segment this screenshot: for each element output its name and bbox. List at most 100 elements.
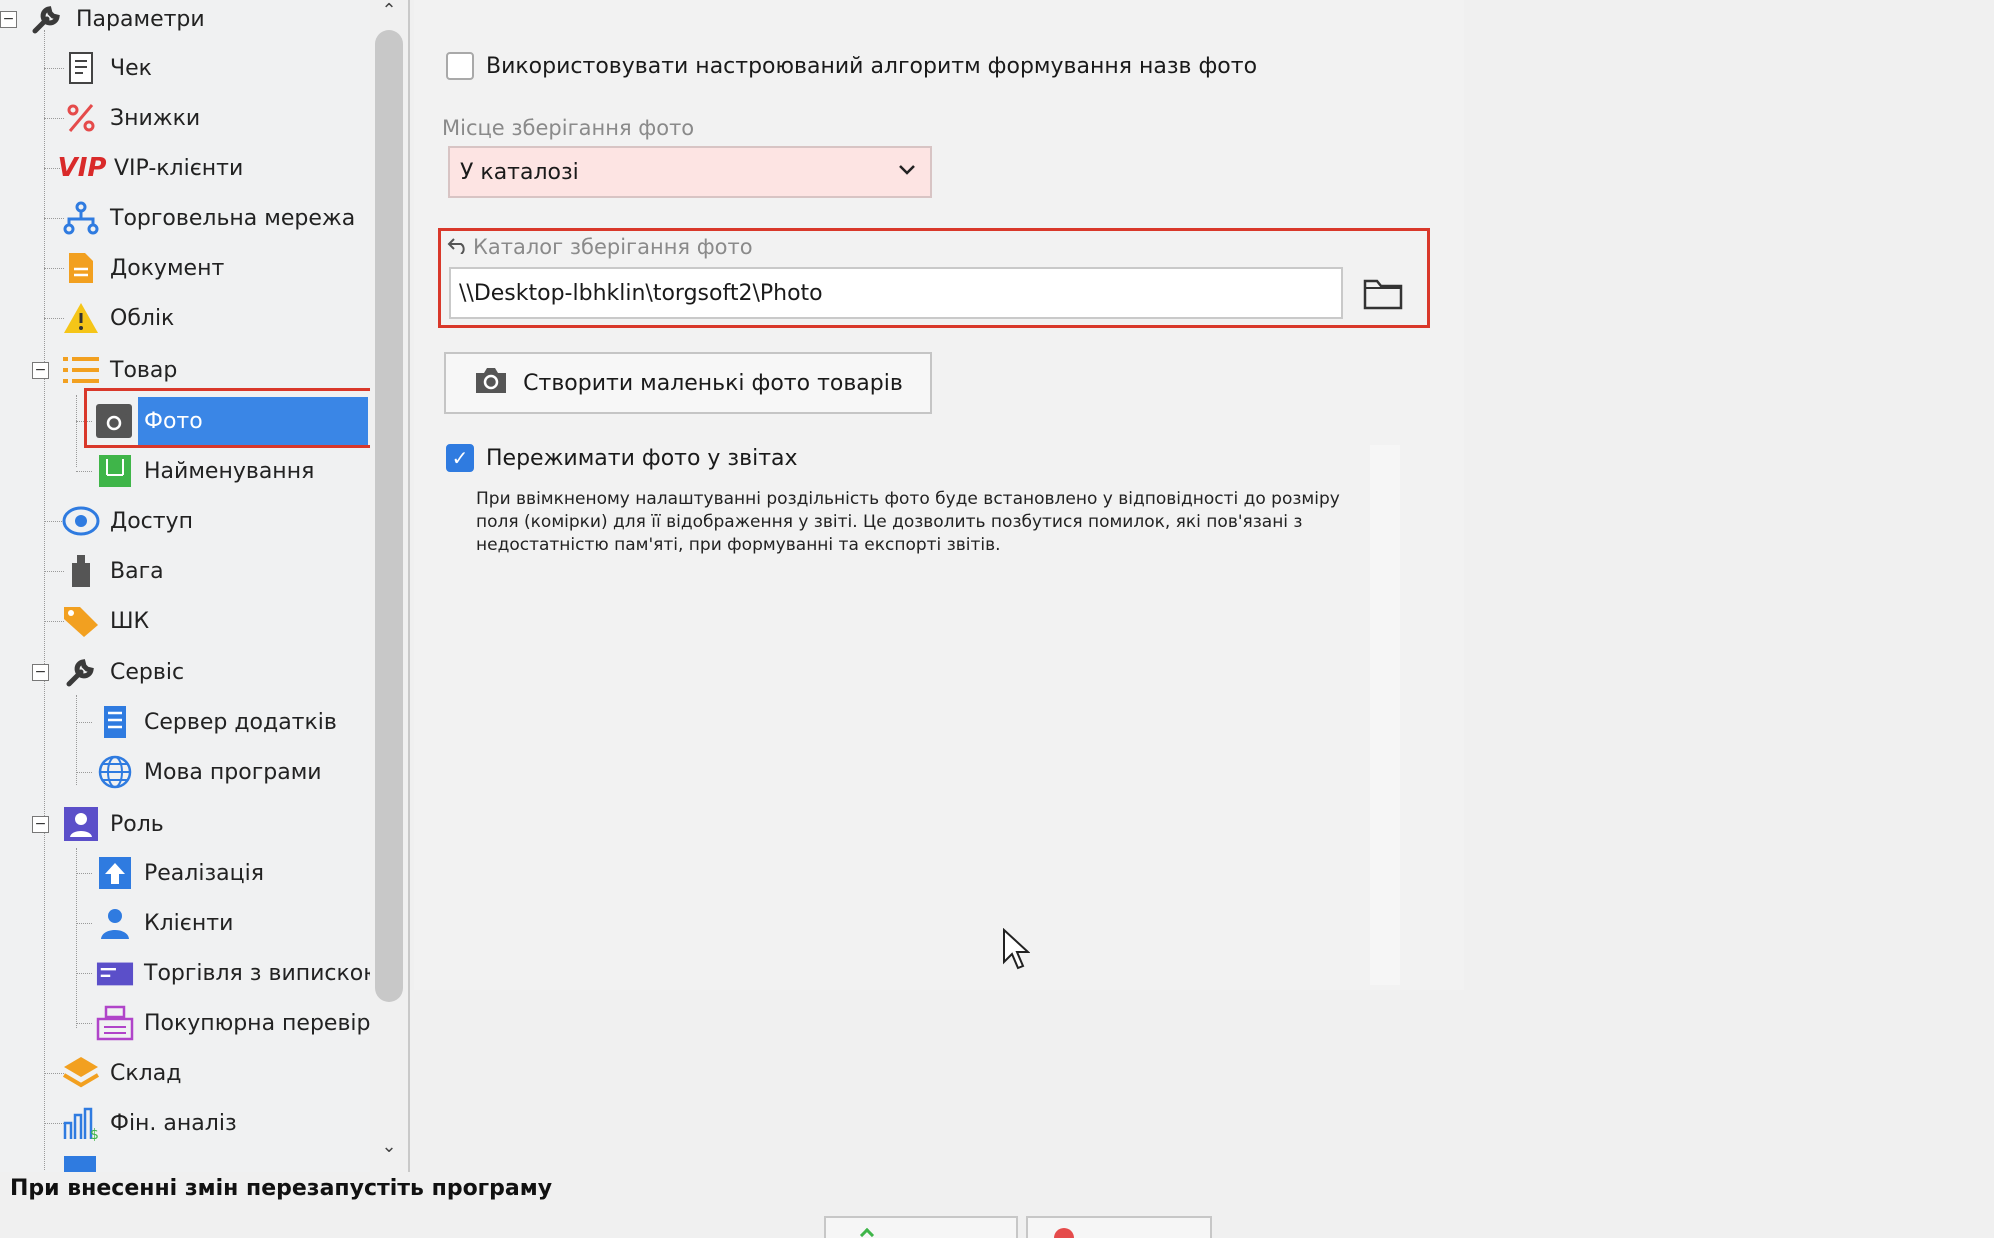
tree-item-banknote-check[interactable]: Покупюрна перевірк: xyxy=(96,999,395,1047)
tree-item-label: Облік xyxy=(110,305,175,331)
tree-item-receipt[interactable]: Чек xyxy=(62,44,156,92)
tree-item-role[interactable]: Роль xyxy=(62,800,168,848)
globe-icon xyxy=(96,753,134,791)
svg-text:$: $ xyxy=(90,1127,99,1141)
tree-item-access[interactable]: Доступ xyxy=(62,497,197,545)
wrench-icon xyxy=(62,653,100,691)
tree-item-label: Чек xyxy=(110,55,152,81)
tree-item-fin-analysis[interactable]: $ Фін. аналіз xyxy=(62,1099,241,1147)
restart-note: При внесенні змін перезапустіть програму xyxy=(10,1176,553,1201)
tree-scrollbar[interactable]: ⌃ ⌄ xyxy=(370,0,408,1172)
tree-item-label: Параметри xyxy=(76,6,205,32)
tree-item-sales[interactable]: Реалізація xyxy=(96,849,268,897)
weight-icon xyxy=(62,552,100,590)
camera-icon xyxy=(473,365,509,401)
chevron-down-icon xyxy=(898,160,916,181)
person-icon xyxy=(96,904,134,942)
finance-chart-icon: $ xyxy=(62,1104,100,1142)
tree-item-photo[interactable]: Фото xyxy=(96,397,368,445)
tree-item-label: Реалізація xyxy=(144,860,264,886)
eye-icon xyxy=(62,502,100,540)
catalog-path-input[interactable]: \\Desktop-lbhklin\torgsoft2\Photo xyxy=(449,267,1343,319)
wrench-icon xyxy=(28,0,66,38)
collapse-parameters-toggle[interactable]: − xyxy=(0,11,17,28)
camera-icon xyxy=(96,404,132,438)
compress-description: При ввімкненому налаштуванні роздільніст… xyxy=(476,489,1340,555)
tree-item-label: Склад xyxy=(110,1060,182,1086)
tree-item-label: VIP-клієнти xyxy=(114,155,244,181)
partial-item-icon xyxy=(64,1156,96,1172)
network-icon xyxy=(62,199,100,237)
catalog-path-value: \\Desktop-lbhklin\torgsoft2\Photo xyxy=(459,280,823,306)
collapse-service-toggle[interactable]: − xyxy=(32,664,49,681)
tree-item-label: Покупюрна перевірк: xyxy=(144,1010,392,1036)
cash-register-icon xyxy=(96,1004,134,1042)
tree-item-service[interactable]: Сервіс xyxy=(62,648,188,696)
undo-icon[interactable] xyxy=(447,235,469,259)
tree-item-document[interactable]: Документ xyxy=(62,244,228,292)
tree-item-label: Роль xyxy=(110,811,164,837)
tree-item-trade-network[interactable]: Торговельна мережа xyxy=(62,194,359,242)
custom-algorithm-label: Використовувати настроюваний алгоритм фо… xyxy=(486,53,1258,79)
folder-browse-icon[interactable] xyxy=(1361,273,1405,313)
layers-icon xyxy=(62,1054,100,1092)
scroll-up-arrow-icon[interactable]: ⌃ xyxy=(370,0,408,26)
storage-place-value: У каталозі xyxy=(460,159,579,185)
compress-photos-checkbox[interactable]: ✓ xyxy=(446,444,474,472)
tree-item-label: Мова програми xyxy=(144,759,322,785)
tree-item-weight[interactable]: Вага xyxy=(62,547,168,595)
compress-photos-row[interactable]: ✓ Пережимати фото у звітах xyxy=(446,444,798,472)
naming-icon xyxy=(96,452,134,490)
tree-item-label: Доступ xyxy=(110,508,193,534)
custom-algorithm-checkbox[interactable] xyxy=(446,52,474,80)
compress-photos-label: Пережимати фото у звітах xyxy=(486,445,798,471)
collapse-role-toggle[interactable]: − xyxy=(32,816,49,833)
tag-icon xyxy=(62,602,100,640)
tree-item-naming[interactable]: Найменування xyxy=(96,447,318,495)
invoice-icon xyxy=(96,954,134,992)
cancel-icon xyxy=(1054,1228,1074,1238)
tree-item-accounting[interactable]: Облік xyxy=(62,294,178,342)
cancel-button[interactable] xyxy=(1026,1216,1212,1238)
warning-icon xyxy=(62,299,100,337)
server-icon xyxy=(96,703,134,741)
settings-window: − Параметри Чек Знижки VIP VIP-клієнти Т… xyxy=(0,0,1994,1238)
catalog-path-highlight: Каталог зберігання фото \\Desktop-lbhkli… xyxy=(438,228,1430,328)
tree-item-label: Фін. аналіз xyxy=(110,1110,237,1136)
tree-item-label: Сервіс xyxy=(110,659,185,685)
tree-item-label: Вага xyxy=(110,558,164,584)
tree-item-parameters[interactable]: Параметри xyxy=(28,0,209,43)
tree-item-app-server[interactable]: Сервер додатків xyxy=(96,698,341,746)
vip-icon: VIP xyxy=(57,153,107,183)
ok-button[interactable] xyxy=(824,1216,1018,1238)
tree-item-label: Товар xyxy=(110,357,178,383)
storage-place-label: Місце зберігання фото xyxy=(442,116,695,140)
document-icon xyxy=(62,249,100,287)
scroll-down-arrow-icon[interactable]: ⌄ xyxy=(370,1136,408,1162)
catalog-label: Каталог зберігання фото xyxy=(473,235,753,259)
custom-algorithm-row[interactable]: Використовувати настроюваний алгоритм фо… xyxy=(446,52,1257,80)
collapse-goods-toggle[interactable]: − xyxy=(32,362,49,379)
list-icon xyxy=(62,351,100,389)
tree-item-label: Документ xyxy=(110,255,225,281)
tree-item-clients[interactable]: Клієнти xyxy=(96,899,237,947)
tree-item-language[interactable]: Мова програми xyxy=(96,748,326,796)
scrollbar-thumb[interactable] xyxy=(375,30,403,1002)
mouse-cursor-icon xyxy=(1002,927,1031,974)
tree-item-label: Найменування xyxy=(144,458,315,484)
percent-icon xyxy=(62,99,100,137)
tree-item-discounts[interactable]: Знижки xyxy=(62,94,204,142)
tree-item-trade-invoice[interactable]: Торгівля з випискою xyxy=(96,949,386,997)
tree-item-vip-clients[interactable]: VIP VIP-клієнти xyxy=(57,144,247,192)
tree-item-label: Сервер додатків xyxy=(144,709,337,735)
tree-item-label: Знижки xyxy=(110,105,201,131)
create-thumbnails-button[interactable]: Створити маленькі фото товарів xyxy=(444,352,932,414)
storage-place-select[interactable]: У каталозі xyxy=(448,146,932,198)
ok-check-icon xyxy=(859,1227,875,1238)
tree-item-warehouse[interactable]: Склад xyxy=(62,1049,185,1097)
panel-divider-strip xyxy=(1370,445,1400,985)
tree-item-barcode[interactable]: ШК xyxy=(62,597,153,645)
tree-item-label: ШК xyxy=(110,608,150,634)
upload-icon xyxy=(96,854,134,892)
tree-item-goods[interactable]: Товар xyxy=(62,346,181,394)
